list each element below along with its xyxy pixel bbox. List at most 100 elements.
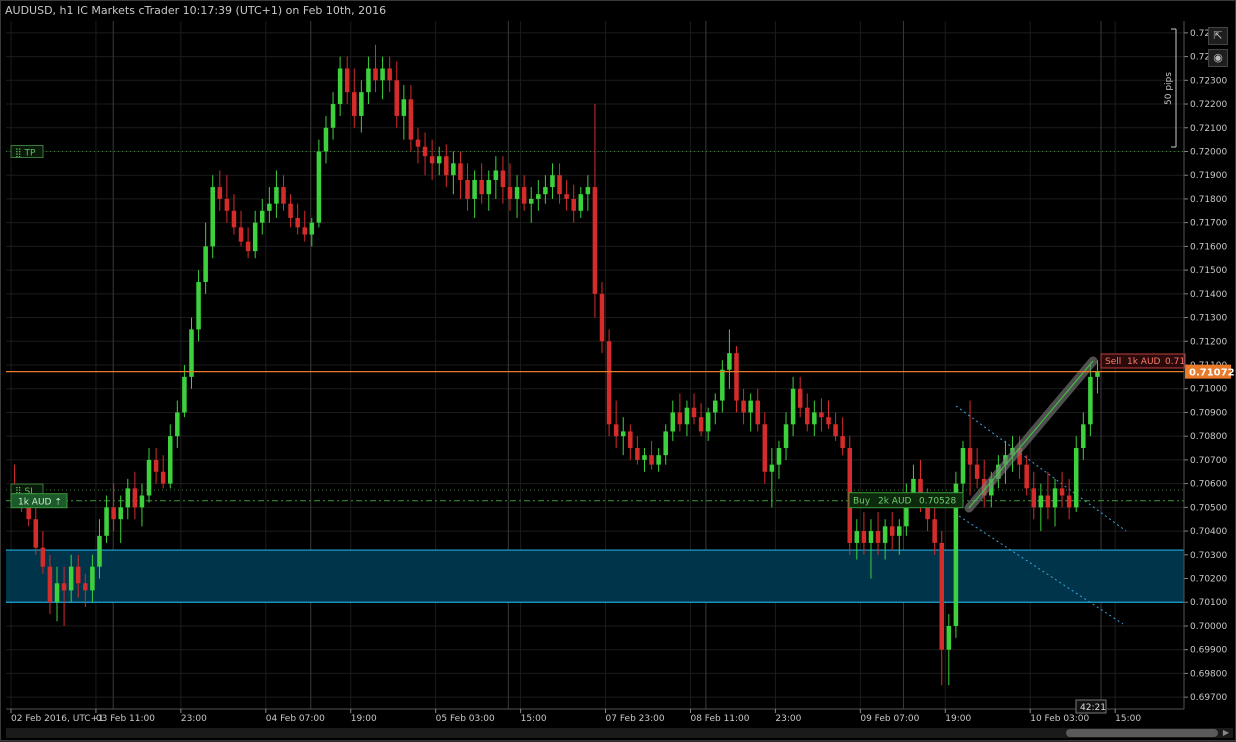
candle-bear	[444, 156, 449, 176]
candle-bull	[472, 179, 477, 199]
candle-bull	[196, 281, 201, 330]
candle-bull	[854, 531, 860, 543]
price-tick-label: 0.71400	[1190, 290, 1227, 300]
candle-bull	[54, 583, 60, 603]
candle-bear	[974, 464, 980, 479]
candle-bull	[868, 531, 874, 543]
candle-bear	[288, 203, 293, 218]
external-link-icon: ⇱	[1213, 29, 1223, 42]
candle-bear	[352, 92, 357, 116]
price-tick-label: 0.69800	[1190, 669, 1227, 679]
candle-bear	[500, 170, 506, 188]
candle-bull	[139, 495, 145, 508]
candle-bull	[118, 507, 123, 520]
candle-bull	[401, 99, 407, 116]
time-tick-label: 07 Feb 23:00	[606, 714, 665, 724]
time-tick-label: 03 Feb 11:00	[96, 714, 155, 724]
price-tick-label: 0.72100	[1190, 124, 1227, 134]
price-tick-label: 0.70300	[1190, 551, 1227, 561]
candle-bull	[1073, 448, 1079, 508]
price-tick-label: 0.71800	[1190, 195, 1227, 205]
price-tick-label: 0.69900	[1190, 646, 1227, 656]
candle-bull	[720, 369, 725, 401]
candle-bull	[182, 376, 187, 413]
candle-bear	[111, 507, 116, 520]
price-tick-label: 0.70100	[1190, 598, 1227, 608]
candle-bull	[436, 156, 442, 164]
candle-bear	[238, 227, 244, 242]
candle-bear	[939, 542, 945, 650]
price-tick-label: 0.71500	[1190, 266, 1227, 276]
candle-bear	[967, 448, 973, 465]
candle-bear	[75, 566, 81, 584]
candle-bull	[960, 448, 966, 484]
candle-bear	[628, 431, 633, 449]
candle-bull	[1081, 424, 1086, 449]
candle-bear	[889, 526, 895, 536]
candle-bear	[479, 179, 484, 195]
candle-bear	[373, 68, 378, 81]
candle-bear	[387, 68, 392, 81]
price-tick-label: 0.71200	[1190, 337, 1227, 347]
candle-bull	[727, 353, 732, 370]
price-tick-label: 0.72300	[1190, 76, 1227, 86]
candle-bear	[840, 436, 845, 449]
horizontal-scrollbar[interactable]	[6, 728, 1233, 738]
scroll-right-arrow[interactable]: ▶	[1221, 728, 1231, 738]
scale-bar-label: 50 pips	[1164, 72, 1174, 105]
chart-window: 0.725000.724000.723000.722000.721000.720…	[0, 0, 1236, 741]
candle-bull	[323, 127, 329, 152]
scrollbar-thumb[interactable]	[1066, 729, 1218, 737]
candle-bear	[826, 417, 831, 425]
price-tick-label: 0.71600	[1190, 242, 1227, 252]
candle-bear	[741, 400, 746, 413]
chart-canvas[interactable]: 0.725000.724000.723000.722000.721000.720…	[1, 1, 1236, 742]
countdown-label: 42:21	[1080, 703, 1106, 713]
price-tick-label: 0.70000	[1190, 622, 1227, 632]
candle-bear	[797, 388, 803, 408]
candle-bull	[146, 459, 152, 496]
candle-bear	[465, 179, 470, 199]
candle-bear	[1045, 495, 1051, 508]
candle-bear	[635, 448, 640, 460]
sell-order-side: Sell	[1105, 357, 1121, 367]
candle-bull	[380, 68, 385, 81]
time-tick-label: 23:00	[181, 714, 207, 724]
candle-bull	[68, 566, 74, 591]
candle-bull	[260, 210, 265, 223]
price-tick-label: 0.70900	[1190, 408, 1227, 418]
candle-bull	[1095, 372, 1100, 377]
support-zone	[6, 550, 1184, 603]
candle-bull	[330, 104, 336, 128]
candle-bull	[309, 222, 315, 235]
candle-bear	[1059, 488, 1065, 496]
candle-bear	[153, 459, 159, 472]
candle-bear	[932, 519, 937, 543]
current-price-label: 0.71072	[1189, 368, 1235, 379]
candle-bear	[47, 566, 53, 603]
candle-bear	[521, 187, 527, 204]
candle-bear	[224, 198, 230, 211]
candle-bull	[663, 431, 668, 456]
candle-bull	[585, 187, 591, 195]
price-tick-label: 0.70400	[1190, 527, 1227, 537]
candle-bull	[274, 187, 279, 204]
candle-bull	[189, 329, 194, 377]
candle-bear	[698, 417, 704, 432]
candle-bear	[1031, 488, 1037, 508]
candle-bear	[394, 80, 400, 116]
candle-bear	[875, 531, 881, 543]
candle-bull	[104, 507, 109, 536]
sell-order-qty: 1k AUD	[1127, 357, 1161, 367]
time-tick-label: 23:00	[775, 714, 801, 724]
detach-chart-button[interactable]: ⇱	[1208, 27, 1228, 45]
candle-bear	[819, 412, 824, 418]
price-tick-label: 0.72200	[1190, 100, 1227, 110]
candle-bear	[649, 455, 654, 465]
candle-bear	[217, 187, 223, 199]
screenshot-button[interactable]: ◉	[1208, 49, 1228, 67]
position-label: 1k AUD ⇡	[18, 498, 62, 508]
candle-bear	[599, 293, 605, 342]
sell-order-price: 0.71	[1165, 357, 1185, 367]
candle-bull	[642, 455, 647, 460]
